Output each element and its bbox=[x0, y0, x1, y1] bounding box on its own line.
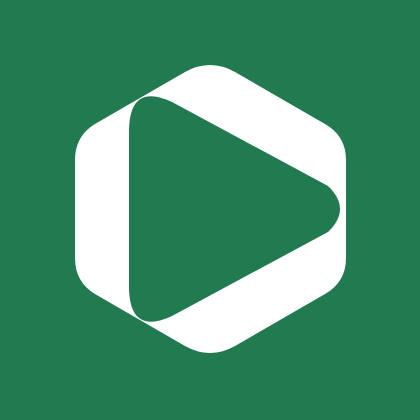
app-icon bbox=[0, 0, 420, 420]
logo-graphic bbox=[0, 0, 420, 420]
